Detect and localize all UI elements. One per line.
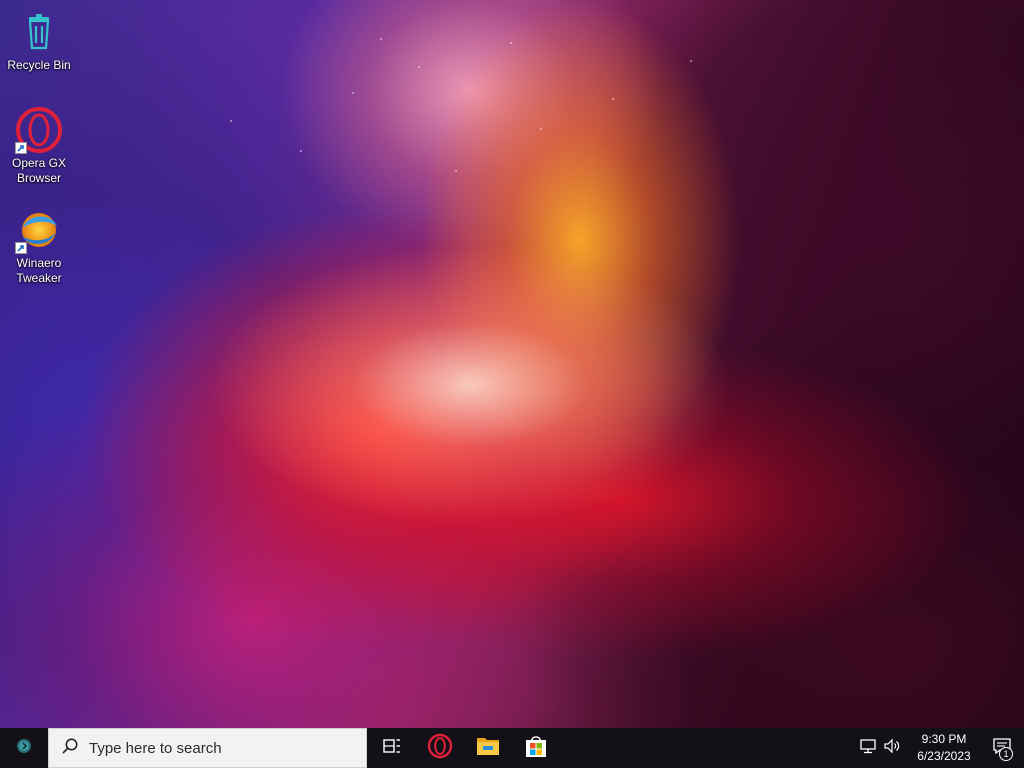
shortcut-arrow-icon (15, 142, 27, 154)
start-button[interactable] (0, 728, 48, 768)
clock-date: 6/23/2023 (917, 749, 971, 763)
volume-button[interactable] (880, 728, 904, 768)
desktop-icon-label: Recycle Bin (7, 58, 71, 72)
taskbar-microsoft-store-button[interactable] (512, 728, 560, 768)
taskbar-file-explorer-button[interactable] (464, 728, 512, 768)
desktop-icon-opera-gx[interactable]: Opera GX Browser (1, 106, 77, 186)
desktop-icon-label: Winaero Tweaker (16, 256, 62, 285)
clock-time: 9:30 PM (921, 732, 967, 746)
file-explorer-icon (476, 735, 500, 762)
desktop-icon-recycle-bin[interactable]: Recycle Bin (1, 8, 77, 73)
winaero-tweaker-icon (15, 206, 63, 254)
taskbar: Type here to search 9:30 PM 6/23/2023 1 (0, 728, 1024, 768)
task-view-icon (382, 736, 402, 761)
start-orb-icon (16, 738, 32, 759)
search-icon (61, 737, 79, 760)
notification-count-badge: 1 (999, 747, 1013, 761)
search-input[interactable]: Type here to search (48, 728, 367, 768)
system-tray: 9:30 PM 6/23/2023 1 (856, 728, 1024, 768)
network-icon (859, 738, 877, 759)
desktop[interactable]: Recycle Bin Opera GX Browser Winaero Twe… (0, 0, 1024, 768)
volume-icon (883, 738, 901, 759)
desktop-icon-winaero-tweaker[interactable]: Winaero Tweaker (1, 206, 77, 286)
desktop-wallpaper (0, 0, 1024, 728)
clock[interactable]: 9:30 PM 6/23/2023 (908, 728, 980, 768)
action-center-button[interactable]: 1 (980, 728, 1024, 768)
network-button[interactable] (856, 728, 880, 768)
taskbar-opera-gx-button[interactable] (416, 728, 464, 768)
search-placeholder: Type here to search (89, 739, 222, 757)
opera-gx-icon (15, 106, 63, 154)
recycle-bin-icon (15, 8, 63, 56)
opera-gx-icon (427, 733, 453, 764)
desktop-icon-label: Opera GX Browser (11, 156, 67, 185)
taskbar-task-view-button[interactable] (368, 728, 416, 768)
shortcut-arrow-icon (15, 242, 27, 254)
microsoft-store-icon (524, 734, 548, 763)
